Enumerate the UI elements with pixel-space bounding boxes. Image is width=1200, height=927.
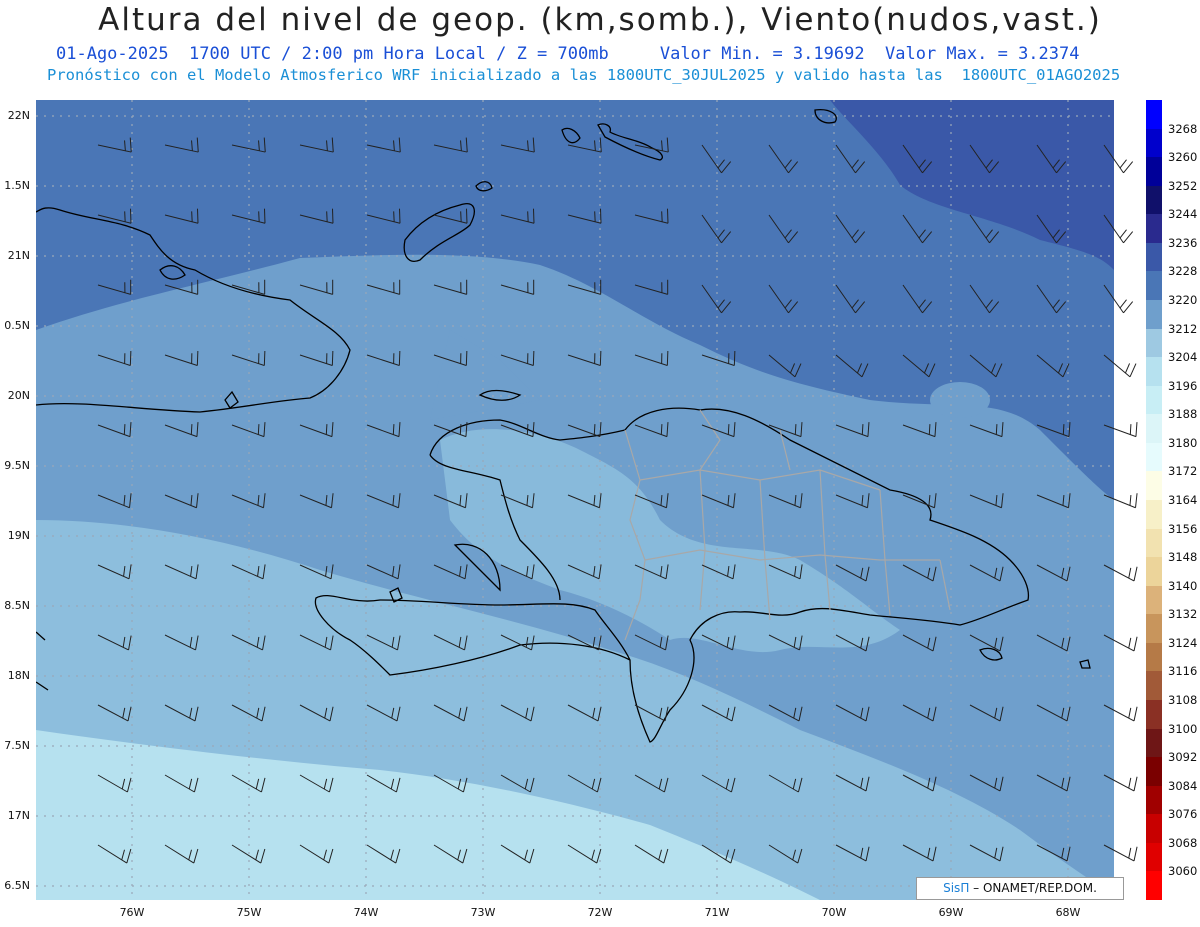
longitude-label: 68W [1055, 906, 1081, 919]
colorbar-swatch [1146, 157, 1162, 187]
colorbar-label: 3140 [1168, 578, 1198, 593]
colorbar-label: 3108 [1168, 693, 1198, 707]
latitude-label: 18N [7, 669, 30, 682]
colorbar-label: 3212 [1168, 321, 1198, 336]
colorbar-label: 3196 [1168, 378, 1198, 393]
latitude-label: 20N [7, 389, 30, 402]
colorbar-label: 3148 [1168, 550, 1198, 565]
colorbar-swatch [1146, 357, 1162, 387]
colorbar-swatch [1146, 414, 1162, 444]
colorbar-swatch [1146, 642, 1162, 672]
latitude-label: 1.5N [4, 179, 30, 192]
colorbar-swatch [1146, 300, 1162, 330]
colorbar-swatch [1146, 328, 1162, 358]
colorbar-label: 3100 [1168, 721, 1198, 736]
colorbar-label: 3172 [1168, 464, 1198, 479]
colorbar-swatch [1146, 185, 1162, 215]
colorbar-label: 3060 [1168, 864, 1198, 879]
colorbar-swatch [1146, 471, 1162, 501]
credit-text: – ONAMET/REP.DOM. [973, 881, 1097, 895]
colorbar-swatch [1146, 814, 1162, 844]
longitude-label: 72W [587, 906, 613, 919]
colorbar-swatch [1146, 100, 1162, 130]
colorbar-swatch [1146, 614, 1162, 644]
colorbar-label: 3092 [1168, 750, 1198, 765]
longitude-label: 74W [353, 906, 379, 919]
colorbar-label: 3156 [1168, 521, 1198, 536]
colorbar-swatch [1146, 242, 1162, 272]
colorbar-swatch [1146, 128, 1162, 158]
colorbar-label: 3244 [1168, 207, 1198, 222]
colorbar-swatch [1146, 785, 1162, 815]
longitude-label: 73W [470, 906, 496, 919]
colorbar-label: 3116 [1168, 664, 1198, 679]
latitude-label: 0.5N [4, 319, 30, 332]
map-subtitle-validity: 01-Ago-2025 1700 UTC / 2:00 pm Hora Loca… [56, 44, 1080, 64]
map-title: Altura del nivel de geop. (km,somb.), Vi… [98, 2, 1102, 38]
colorbar-label: 3236 [1168, 235, 1198, 250]
latitude-label: 9.5N [4, 459, 30, 472]
forecast-map [36, 100, 1142, 900]
colorbar-label: 3068 [1168, 835, 1198, 850]
colorbar-swatch [1146, 671, 1162, 701]
colorbar-swatch [1146, 757, 1162, 787]
credit-brand: SisΠ [943, 881, 970, 895]
colorbar-swatch [1146, 728, 1162, 758]
colorbar-label: 3084 [1168, 778, 1198, 793]
latitude-label: 7.5N [4, 739, 30, 752]
colorbar-label: 3164 [1168, 493, 1198, 507]
colorbar-swatch [1146, 528, 1162, 558]
colorbar-swatch [1146, 442, 1162, 472]
colorbar-label: 3220 [1168, 293, 1198, 307]
longitude-label: 76W [119, 906, 145, 919]
colorbar-swatch [1146, 700, 1162, 730]
latitude-label: 8.5N [4, 599, 30, 612]
longitude-label: 69W [938, 906, 964, 919]
colorbar-label: 3260 [1168, 150, 1198, 165]
credit-box: SisΠ – ONAMET/REP.DOM. [916, 877, 1124, 900]
colorbar-swatch [1146, 500, 1162, 530]
latitude-label: 21N [7, 249, 30, 262]
latitude-label: 6.5N [4, 879, 30, 892]
colorbar-swatch [1146, 842, 1162, 872]
colorbar-label: 3076 [1168, 807, 1198, 822]
latitude-label: 19N [7, 529, 30, 542]
colorbar-swatch [1146, 214, 1162, 244]
colorbar-swatch [1146, 871, 1162, 901]
colorbar-label: 3124 [1168, 635, 1198, 650]
colorbar-label: 3188 [1168, 407, 1198, 422]
latitude-label: 17N [7, 809, 30, 822]
map-subtitle-model-info: Pronóstico con el Modelo Atmosferico WRF… [47, 66, 1121, 84]
longitude-label: 71W [704, 906, 730, 919]
longitude-label: 75W [236, 906, 262, 919]
colorbar-swatch [1146, 557, 1162, 587]
longitude-label: 70W [821, 906, 847, 919]
colorbar-swatch [1146, 585, 1162, 615]
colorbar-label: 3180 [1168, 435, 1198, 450]
colorbar-label: 3204 [1168, 350, 1198, 365]
latitude-label: 22N [7, 109, 30, 122]
colorbar-swatch [1146, 271, 1162, 301]
colorbar-label: 3268 [1168, 121, 1198, 136]
colorbar-label: 3252 [1168, 178, 1198, 193]
colorbar-label: 3228 [1168, 264, 1198, 279]
colorbar-swatch [1146, 385, 1162, 415]
colorbar-label: 3132 [1168, 607, 1198, 622]
